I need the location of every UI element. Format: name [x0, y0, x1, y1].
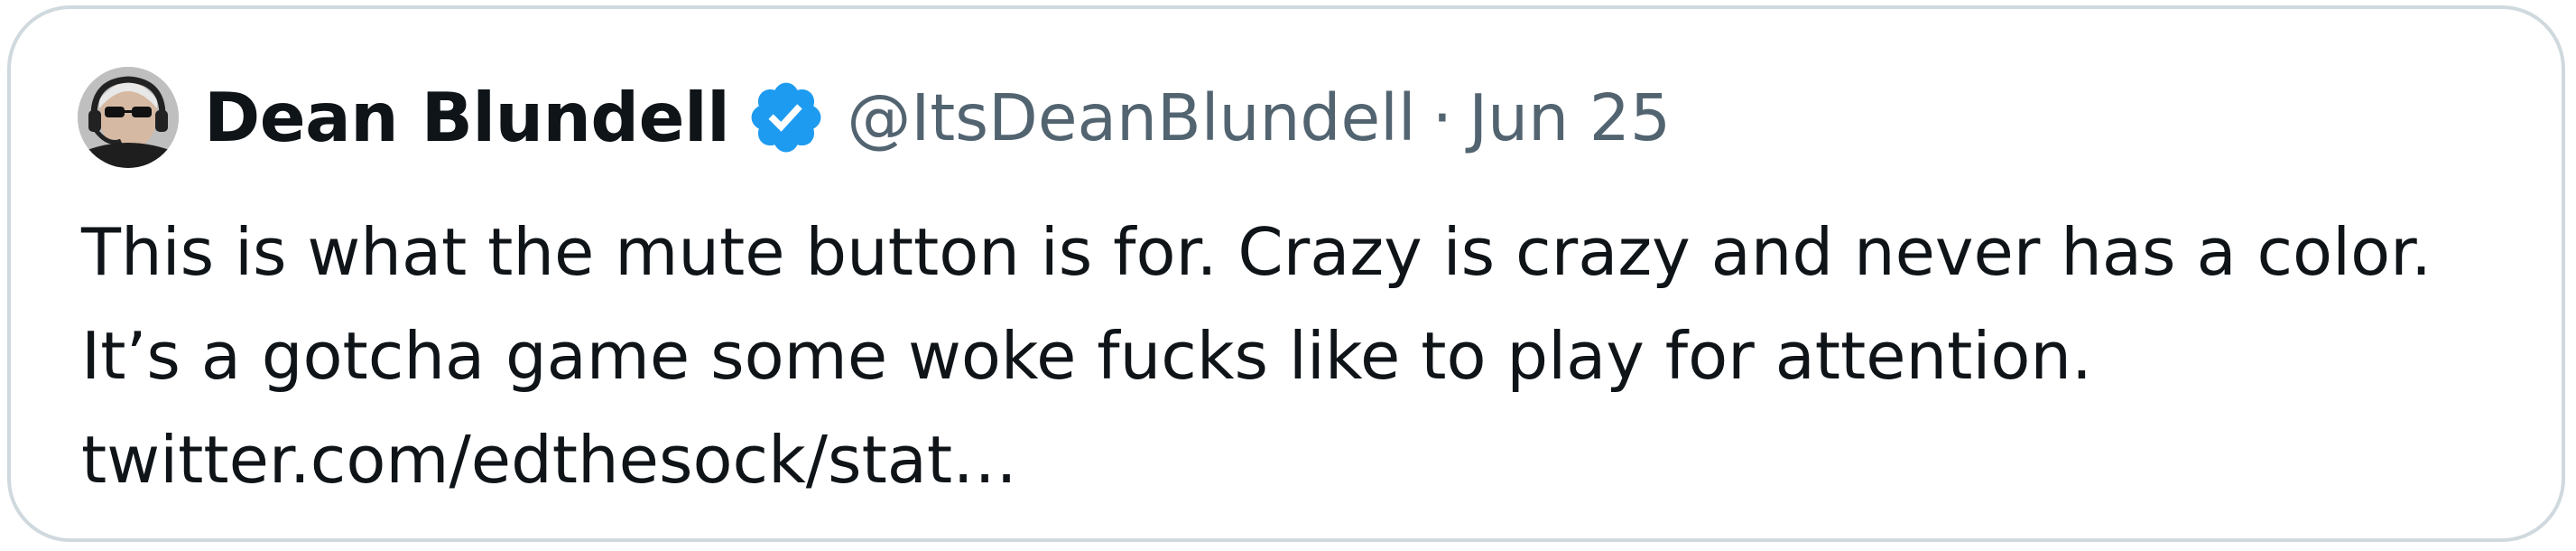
tweet-text-line: It’s a gotcha game some woke fucks like … — [81, 318, 2092, 394]
avatar-image — [78, 67, 179, 168]
handle-date-group: @ItsDeanBlundell · Jun 25 — [847, 86, 1671, 150]
tweet-link[interactable]: twitter.com/edthesock/stat… — [81, 408, 2554, 512]
author-name[interactable]: Dean Blundell — [204, 83, 730, 152]
tweet-card[interactable]: Dean Blundell @ItsDeanBlundell · Jun 25 … — [7, 5, 2565, 542]
avatar[interactable] — [78, 67, 179, 168]
author-handle[interactable]: @ItsDeanBlundell — [847, 86, 1415, 150]
tweet-header: Dean Blundell @ItsDeanBlundell · Jun 25 — [78, 61, 1671, 173]
tweet-date[interactable]: Jun 25 — [1469, 86, 1671, 150]
verified-badge-icon — [751, 82, 821, 153]
tweet-body: This is what the mute button is for. Cra… — [81, 201, 2554, 512]
tweet-text-line: This is what the mute button is for. Cra… — [81, 214, 2432, 290]
separator-dot: · — [1432, 79, 1453, 155]
